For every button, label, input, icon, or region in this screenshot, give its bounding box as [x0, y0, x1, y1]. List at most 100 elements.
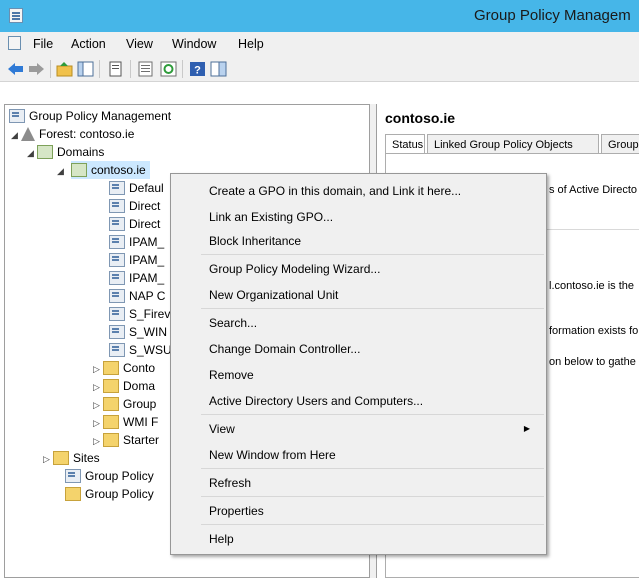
title-bar: Group Policy Managem: [0, 0, 639, 32]
menu-item-properties[interactable]: Properties: [173, 500, 544, 522]
tab-status[interactable]: Status: [385, 134, 425, 154]
collapsed-arrow-icon[interactable]: ▷: [93, 360, 103, 378]
show-hide-tree-icon[interactable]: [77, 61, 94, 77]
gpo-link-icon: [109, 343, 125, 357]
menu-item-aduc[interactable]: Active Directory Users and Computers...: [173, 390, 544, 412]
tree-item-sites[interactable]: ▷ Sites: [43, 449, 100, 467]
status-text: formation exists fo: [549, 325, 639, 337]
forest-icon: [21, 127, 35, 141]
ou-folder-icon: [103, 361, 119, 375]
menu-window[interactable]: Window: [172, 37, 216, 51]
menu-separator: [201, 254, 544, 255]
tree-item-gpo-link[interactable]: S_WSU: [109, 341, 172, 359]
menu-view[interactable]: View: [126, 37, 153, 51]
tree-item-gpm-root[interactable]: Group Policy Management: [9, 107, 171, 125]
up-folder-icon[interactable]: [56, 61, 73, 77]
gpo-link-icon: [109, 217, 125, 231]
tree-item-wmi-filters[interactable]: ▷ WMI F: [93, 413, 158, 431]
tree-item-contoso-ie[interactable]: contoso.ie: [71, 161, 150, 179]
menu-separator: [201, 308, 544, 309]
refresh-icon[interactable]: [160, 61, 177, 77]
gpo-link-icon: [109, 199, 125, 213]
menu-item-block-inheritance[interactable]: Block Inheritance: [173, 230, 544, 252]
tree-item-starter-gpos[interactable]: ▷ Starter: [93, 431, 159, 449]
collapsed-arrow-icon[interactable]: ▷: [93, 414, 103, 432]
menu-item-search[interactable]: Search...: [173, 312, 544, 334]
toolbar-separator: [50, 60, 51, 78]
menu-item-view[interactable]: View ▶: [173, 418, 544, 440]
collapsed-arrow-icon[interactable]: ▷: [43, 450, 53, 468]
ou-folder-icon: [103, 379, 119, 393]
menu-item-refresh[interactable]: Refresh: [173, 472, 544, 494]
forward-icon[interactable]: [28, 61, 45, 77]
menu-item-new-window[interactable]: New Window from Here: [173, 444, 544, 466]
expand-arrow-icon[interactable]: ◢: [27, 144, 37, 162]
toolbar-separator: [130, 60, 131, 78]
tree-item-gpo-link[interactable]: IPAM_: [109, 233, 164, 251]
menu-file[interactable]: File: [33, 37, 53, 51]
menu-item-create-gpo[interactable]: Create a GPO in this domain, and Link it…: [173, 180, 544, 202]
menu-separator: [201, 496, 544, 497]
tree-item-forest[interactable]: ◢ Forest: contoso.ie: [11, 125, 134, 143]
domains-icon: [37, 145, 53, 159]
toolbar-separator: [182, 60, 183, 78]
mmc-icon[interactable]: [8, 36, 21, 50]
tree-item-ou[interactable]: ▷ Doma: [93, 377, 155, 395]
menu-separator: [201, 468, 544, 469]
menu-separator: [201, 414, 544, 415]
export-list-icon[interactable]: [137, 61, 154, 77]
status-text: s of Active Directo: [549, 184, 638, 196]
context-menu: Create a GPO in this domain, and Link it…: [170, 173, 547, 555]
toolbar: ?: [0, 56, 639, 82]
help-icon[interactable]: ?: [189, 61, 206, 77]
gpo-link-icon: [109, 253, 125, 267]
tab-group-policy-inheritance[interactable]: Group: [601, 134, 639, 154]
gpo-link-icon: [109, 235, 125, 249]
menu-separator: [201, 524, 544, 525]
toolbar-separator: [99, 60, 100, 78]
tree-item-gpo-link[interactable]: S_Firev: [109, 305, 170, 323]
tree-item-gpo-link[interactable]: IPAM_: [109, 251, 164, 269]
status-text: l.contoso.ie is the: [549, 280, 634, 292]
tree-item-gpo-link[interactable]: Defaul: [109, 179, 164, 197]
collapsed-arrow-icon[interactable]: ▷: [93, 432, 103, 450]
console-tree-icon[interactable]: [210, 61, 227, 77]
menu-help[interactable]: Help: [238, 37, 264, 51]
collapsed-arrow-icon[interactable]: ▷: [93, 396, 103, 414]
tree-item-gp-modeling[interactable]: Group Policy: [65, 467, 154, 485]
expand-arrow-icon[interactable]: ◢: [11, 126, 21, 144]
results-icon: [65, 487, 81, 501]
tree-item-gpo-link[interactable]: NAP C: [109, 287, 165, 305]
menu-item-modeling-wizard[interactable]: Group Policy Modeling Wizard...: [173, 258, 544, 280]
window-title: Group Policy Managem: [474, 7, 631, 24]
properties-icon[interactable]: [107, 61, 124, 77]
tree-item-group-policy-objects[interactable]: ▷ Group: [93, 395, 156, 413]
menu-action[interactable]: Action: [71, 37, 106, 51]
gpo-folder-icon: [103, 397, 119, 411]
menu-item-link-existing-gpo[interactable]: Link an Existing GPO...: [173, 206, 544, 228]
sites-icon: [53, 451, 69, 465]
status-text: on below to gathe: [549, 356, 636, 368]
menu-item-change-dc[interactable]: Change Domain Controller...: [173, 338, 544, 360]
app-icon: [9, 8, 23, 23]
submenu-arrow-icon: ▶: [523, 424, 530, 433]
tree-item-gpo-link[interactable]: Direct: [109, 197, 160, 215]
menu-item-help[interactable]: Help: [173, 528, 544, 550]
tree-item-gpo-link[interactable]: Direct: [109, 215, 160, 233]
menu-bar: File Action View Window Help: [0, 32, 639, 56]
tree-item-gpo-link[interactable]: S_WIN: [109, 323, 167, 341]
menu-item-remove[interactable]: Remove: [173, 364, 544, 386]
svg-text:?: ?: [194, 65, 201, 77]
gpo-link-icon: [109, 325, 125, 339]
tree-item-domains[interactable]: ◢ Domains: [27, 143, 104, 161]
domain-icon: [71, 163, 87, 177]
menu-item-new-ou[interactable]: New Organizational Unit: [173, 284, 544, 306]
collapsed-arrow-icon[interactable]: ▷: [93, 378, 103, 396]
tree-item-gp-results[interactable]: Group Policy: [65, 485, 154, 503]
gpo-link-icon: [109, 271, 125, 285]
expand-arrow-icon[interactable]: ◢: [57, 161, 69, 179]
back-icon[interactable]: [7, 61, 24, 77]
tab-linked-gpos[interactable]: Linked Group Policy Objects: [427, 134, 599, 154]
tree-item-gpo-link[interactable]: IPAM_: [109, 269, 164, 287]
tree-item-ou[interactable]: ▷ Conto: [93, 359, 155, 377]
